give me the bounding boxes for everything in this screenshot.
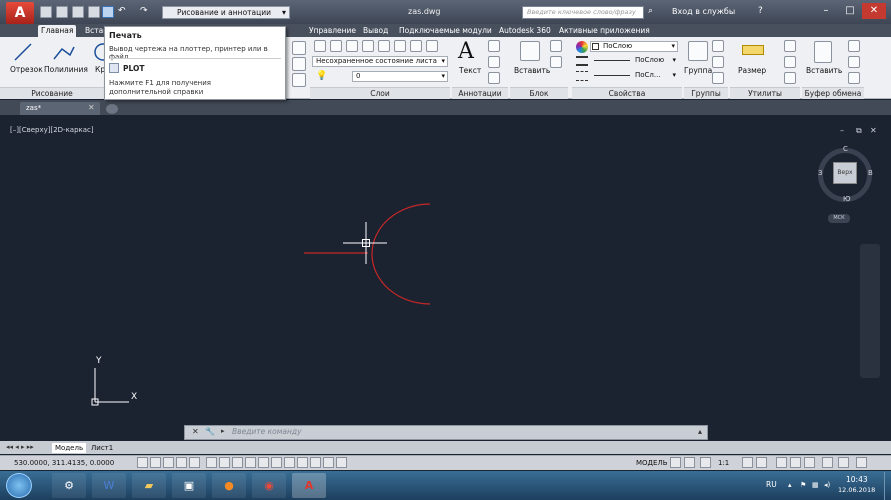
clock-time[interactable]: 10:43 [846, 475, 868, 484]
annotation-scale-icon[interactable] [700, 457, 711, 468]
language-indicator[interactable]: RU [766, 480, 777, 489]
plot-tooltip: Печать Вывод чертежа на плоттер, принтер… [104, 26, 286, 100]
infer-constraints-icon[interactable] [137, 457, 148, 468]
tooltip-divider [109, 58, 281, 59]
compass-east[interactable]: В [868, 169, 873, 177]
tooltip-title: Печать [109, 31, 142, 40]
command-settings-icon[interactable]: 🔧 [205, 427, 215, 436]
3d-osnap-icon[interactable] [219, 457, 230, 468]
workspace-switch-icon[interactable] [776, 457, 787, 468]
volume-icon[interactable]: ◂) [824, 481, 830, 489]
transparency-icon[interactable] [284, 457, 295, 468]
taskbar-app-icon[interactable]: ⚙ [52, 473, 86, 498]
quick-view-drawings-icon[interactable] [684, 457, 695, 468]
ortho-mode-icon[interactable] [176, 457, 187, 468]
red-arc[interactable] [371, 203, 431, 305]
chrome-taskbar-icon[interactable]: ◉ [252, 473, 286, 498]
isolate-icon[interactable] [822, 457, 833, 468]
command-expand-icon[interactable]: ▴ [698, 427, 702, 436]
status-customization-icon[interactable] [838, 457, 849, 468]
annotation-monitor-icon[interactable] [323, 457, 334, 468]
allow-ucs-icon[interactable] [245, 457, 256, 468]
word-taskbar-icon[interactable]: W [92, 473, 126, 498]
clean-screen-icon[interactable] [856, 457, 867, 468]
autocad-taskbar-icon[interactable]: A [292, 473, 326, 498]
object-snap-tracking-icon[interactable] [232, 457, 243, 468]
compass-west[interactable]: З [818, 169, 823, 177]
compass-north[interactable]: С [843, 145, 848, 153]
autoscale-icon[interactable] [756, 457, 767, 468]
flag-icon[interactable]: ⚑ [800, 481, 806, 489]
polar-tracking-icon[interactable] [189, 457, 200, 468]
recent-commands-icon[interactable]: ▸ [221, 427, 225, 435]
grid-display-icon[interactable] [163, 457, 174, 468]
command-close-icon[interactable]: ✕ [192, 427, 199, 436]
layout-tab-sheet1[interactable]: Лист1 [88, 443, 116, 453]
wcs-menu[interactable]: МСК [828, 214, 850, 223]
network-icon[interactable]: ▦ [812, 481, 819, 489]
ucs-x-label: X [131, 392, 138, 402]
command-input[interactable]: Введите команду [232, 427, 302, 436]
plot-command-icon [109, 63, 119, 73]
navigation-bar[interactable] [860, 244, 880, 378]
explorer-taskbar-icon[interactable]: ▰ [132, 473, 166, 498]
selection-cycling-icon[interactable] [310, 457, 321, 468]
viewcube-top-face[interactable]: Верх [833, 162, 857, 184]
tooltip-command: PLOT [123, 64, 145, 73]
media-taskbar-icon[interactable]: ▣ [172, 473, 206, 498]
layout-nav-arrows-icon[interactable]: ◂◂ ◂ ▸ ▸▸ [6, 443, 34, 451]
isolate-objects-icon[interactable] [336, 457, 347, 468]
ucs-y-label: Y [96, 356, 102, 366]
layout-tab-model[interactable]: Модель [52, 443, 87, 453]
object-snap-icon[interactable] [206, 457, 217, 468]
start-button[interactable] [6, 473, 32, 498]
clock-date[interactable]: 12.06.2018 [838, 486, 875, 494]
snap-mode-icon[interactable] [150, 457, 161, 468]
annotation-visibility-icon[interactable] [742, 457, 753, 468]
model-space-toggle[interactable]: МОДЕЛЬ [636, 459, 668, 467]
firefox-taskbar-icon[interactable]: ● [212, 473, 246, 498]
layout-tabs-bar [0, 441, 891, 454]
dynamic-input-icon[interactable] [258, 457, 269, 468]
tooltip-help: Нажмите F1 для получения дополнительной … [109, 79, 212, 96]
quick-properties-icon[interactable] [297, 457, 308, 468]
cursor-coordinates[interactable]: 530.0000, 311.4135, 0.0000 [14, 459, 114, 467]
lock-ui-icon[interactable] [790, 457, 801, 468]
tray-arrow-icon[interactable]: ▴ [788, 481, 792, 489]
show-desktop-button[interactable] [884, 472, 891, 500]
lineweight-toggle-icon[interactable] [271, 457, 282, 468]
compass-south[interactable]: Ю [843, 195, 851, 203]
annotation-scale-dropdown[interactable]: 1:1 [718, 459, 729, 467]
quick-view-layouts-icon[interactable] [670, 457, 681, 468]
hardware-acceleration-icon[interactable] [804, 457, 815, 468]
